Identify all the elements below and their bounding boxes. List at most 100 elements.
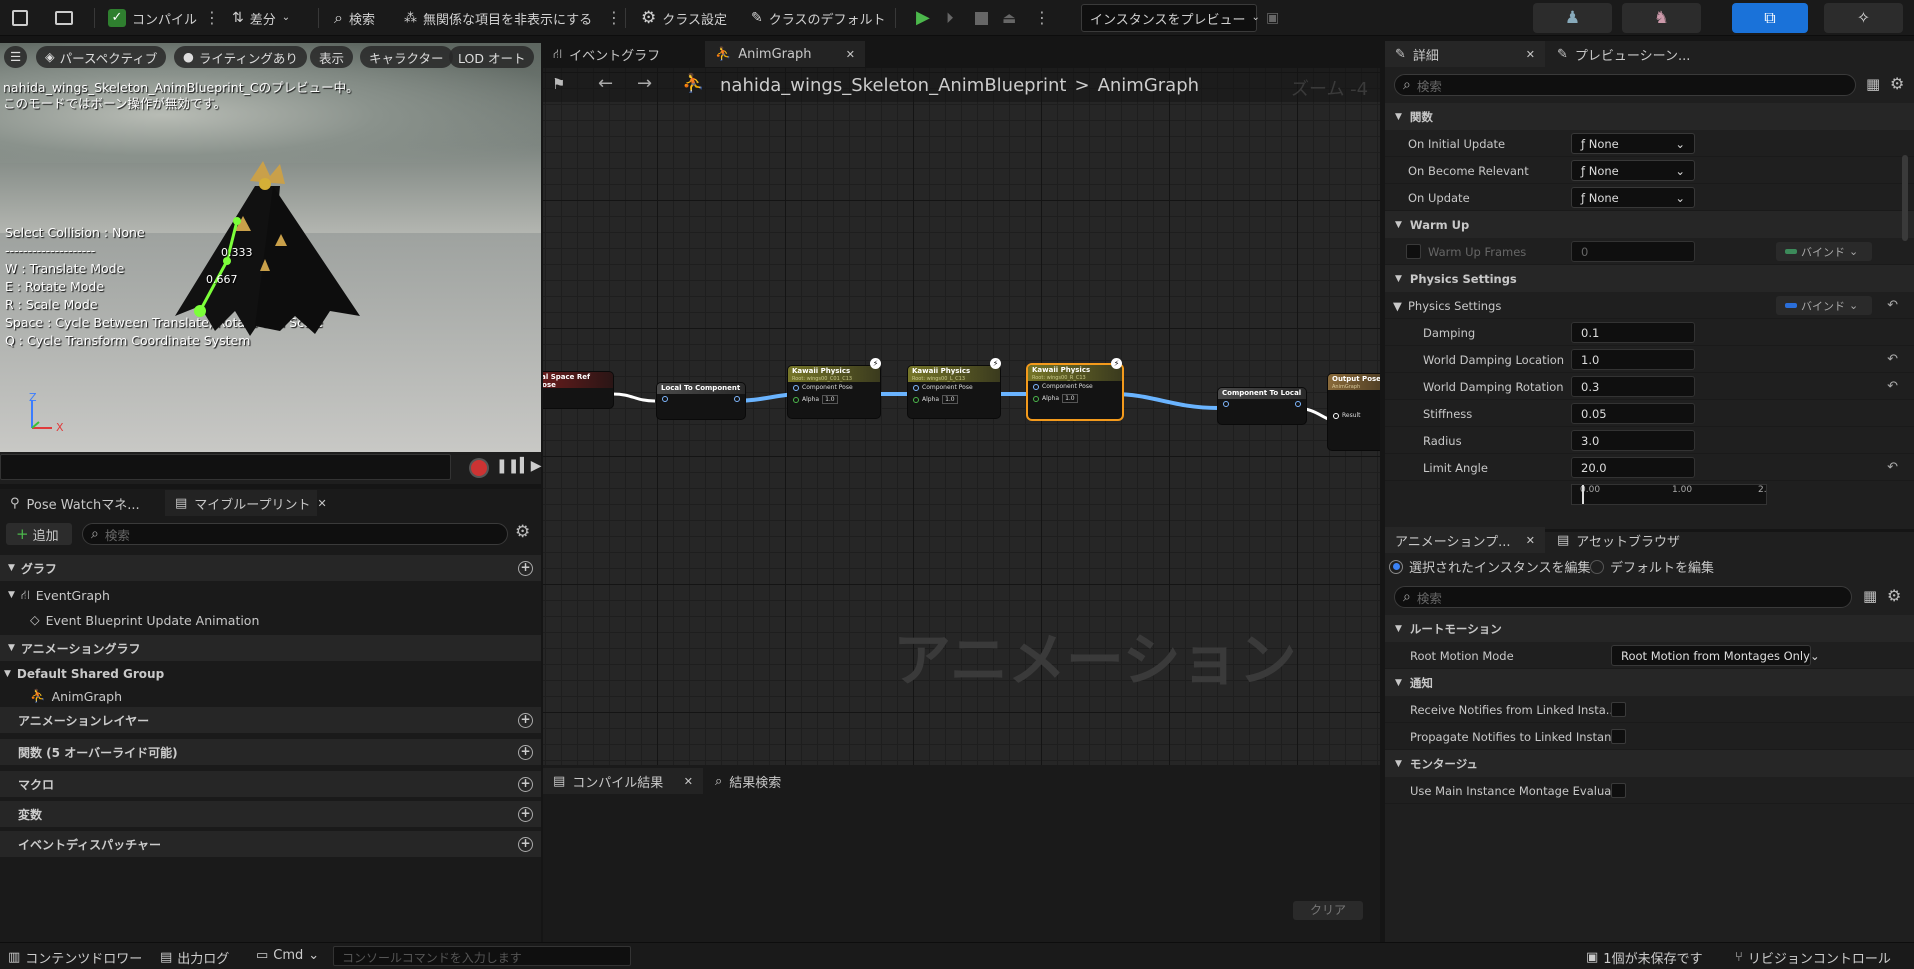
tab-compile-results[interactable]: ▤ コンパイル結果 ✕ [543, 768, 703, 794]
debug-filter-button[interactable]: ▣ [1266, 4, 1279, 32]
radio-defaults[interactable]: デフォルトを編集 [1590, 557, 1714, 576]
play-options-button[interactable]: ⋮ [1034, 6, 1050, 30]
step-forward-icon[interactable]: ▍▶ [520, 459, 542, 473]
reset-arrow-icon[interactable]: ↶ [1887, 298, 1898, 313]
output-pose-node[interactable]: Output Pose AnimGraph Result [1328, 374, 1380, 450]
details-search-input[interactable]: ⌕ 検索 [1394, 74, 1856, 96]
more-options-button[interactable]: ⋮ [606, 6, 622, 30]
world-damping-location-input[interactable]: 1.0 [1571, 349, 1695, 370]
table-view-icon[interactable]: ▦ [1866, 77, 1880, 92]
compile-options-button[interactable]: ⋮ [204, 6, 220, 30]
kawaii-physics-node-2[interactable]: Kawaii Physics Root: wings00_L_C13 Compo… [908, 366, 1000, 418]
alpha-pin[interactable] [913, 396, 919, 403]
curve-editor[interactable]: 0.00 1.00 2. [1571, 484, 1767, 505]
alpha-value[interactable]: 1.0 [822, 395, 838, 404]
tab-anim-graph[interactable]: ⛹ AnimGraph ✕ [705, 41, 865, 67]
alpha-pin[interactable] [1033, 395, 1039, 402]
close-icon[interactable]: ✕ [1526, 49, 1535, 60]
anim-graph-canvas[interactable]: ⚑ ← → ⛹ nahida_wings_Skeleton_AnimBluepr… [543, 68, 1380, 765]
details-scrollbar[interactable] [1902, 155, 1908, 241]
alpha-pin[interactable] [793, 396, 799, 403]
add-button[interactable]: + 追加 [6, 523, 72, 545]
viewport-menu-button[interactable]: ☰ [4, 46, 28, 68]
show-button[interactable]: 表示 [310, 46, 354, 68]
character-button[interactable]: キャラクター [360, 46, 453, 68]
play-button[interactable]: ▶ [916, 4, 930, 32]
unsaved-indicator[interactable]: ▣ 1個が未保存です [1586, 948, 1703, 967]
on-initial-update-dropdown[interactable]: ƒ None ⌄ [1571, 133, 1695, 154]
skeleton-mode-button[interactable]: ♟ [1533, 3, 1612, 33]
tab-preview-scene[interactable]: ✎ プレビューシーン... [1547, 41, 1697, 67]
pin-out[interactable] [734, 396, 740, 402]
browse-button[interactable] [55, 4, 73, 32]
diff-dropdown[interactable]: ⇅ 差分 ⌄ [232, 4, 290, 32]
world-damping-rotation-input[interactable]: 0.3 [1571, 376, 1695, 397]
radio-selected-instance[interactable]: 選択されたインスタンスを編集 [1389, 557, 1590, 576]
clear-button[interactable]: クリア [1293, 901, 1363, 920]
tab-pose-watch[interactable]: ⚲ Pose Watchマネ... [0, 490, 165, 516]
perspective-button[interactable]: ◈ パースペクティブ [36, 46, 167, 68]
class-settings-button[interactable]: ⚙ クラス設定 [641, 4, 727, 32]
timeline-scrubber[interactable] [0, 454, 451, 480]
dispatchers-category[interactable]: イベントディスパッチャー + [0, 831, 541, 857]
kawaii-physics-node-3[interactable]: Kawaii Physics Root: wings00_R_C13 Compo… [1028, 365, 1122, 419]
kawaii-physics-node-1[interactable]: Kawaii Physics Root: wings00_C01_C13 Com… [788, 366, 880, 418]
warm-up-section[interactable]: ▼ Warm Up [1385, 211, 1914, 238]
anim-graph-item[interactable]: ⛹ AnimGraph [0, 685, 541, 708]
blueprint-mode-button[interactable]: ⧉ [1732, 3, 1808, 33]
functions-category[interactable]: 関数 (5 オーバーライド可能) + [0, 739, 541, 765]
lod-button[interactable]: LOD オート [449, 46, 535, 68]
variables-category[interactable]: 変数 + [0, 801, 541, 827]
stop-button[interactable] [975, 4, 988, 32]
hide-unrelated-button[interactable]: ⁂ 無関係な項目を非表示にする [404, 4, 592, 32]
component-to-local-node[interactable]: Component To Local [1218, 388, 1306, 424]
revision-control-button[interactable]: ⑂ リビジョンコントロール [1735, 948, 1891, 967]
root-motion-mode-dropdown[interactable]: Root Motion from Montages Only ⌄ [1611, 645, 1820, 666]
add-function-icon[interactable]: + [518, 744, 533, 760]
pin-in[interactable] [793, 384, 799, 391]
anim-graph-category[interactable]: ▼ アニメーショングラフ [0, 635, 541, 661]
warm-up-frames-checkbox[interactable] [1406, 244, 1421, 259]
lit-button[interactable]: ● ライティングあり [174, 46, 307, 68]
save-button[interactable] [12, 4, 28, 32]
close-icon[interactable]: ✕ [1526, 535, 1535, 546]
step-button[interactable]: ⏵ [946, 4, 954, 32]
limit-angle-input[interactable]: 20.0 [1571, 457, 1695, 478]
use-main-montage-checkbox[interactable] [1611, 783, 1626, 798]
add-macro-icon[interactable]: + [518, 776, 533, 792]
radius-input[interactable]: 3.0 [1571, 430, 1695, 451]
event-update-item[interactable]: ◇ Event Blueprint Update Animation [0, 608, 541, 632]
pin-in[interactable] [1033, 383, 1039, 390]
damping-input[interactable]: 0.1 [1571, 322, 1695, 343]
search-button[interactable]: ⌕ 検索 [334, 4, 375, 32]
close-icon[interactable]: ✕ [318, 498, 327, 509]
settings-gear-icon[interactable]: ⚙ [515, 524, 530, 541]
add-dispatcher-icon[interactable]: + [518, 836, 533, 852]
on-update-dropdown[interactable]: ƒ None ⌄ [1571, 187, 1695, 208]
tab-my-blueprint[interactable]: ▤ マイブループリント ✕ [165, 490, 327, 516]
cmd-dropdown[interactable]: ▭ Cmd ⌄ [256, 948, 319, 963]
functions-section[interactable]: ▼ 関数 [1385, 103, 1914, 130]
physics-settings-section[interactable]: ▼ Physics Settings [1385, 265, 1914, 292]
physics-mode-button[interactable]: ✧ [1824, 3, 1903, 33]
mesh-mode-button[interactable]: ♞ [1622, 3, 1701, 33]
close-icon[interactable]: ✕ [684, 776, 693, 787]
root-motion-section[interactable]: ▼ ルートモーション [1385, 615, 1914, 642]
tab-find-results[interactable]: ⌕ 結果検索 [705, 768, 845, 794]
eject-button[interactable]: ⏏ [1002, 4, 1016, 32]
ref-pose-node[interactable]: cal Space Ref Pose [543, 372, 613, 408]
notify-section[interactable]: ▼ 通知 [1385, 669, 1914, 696]
reset-arrow-icon[interactable]: ↶ [1887, 460, 1898, 475]
receive-notifies-checkbox[interactable] [1611, 702, 1626, 717]
alpha-value[interactable]: 1.0 [1062, 394, 1078, 403]
record-icon[interactable] [471, 460, 487, 476]
gear-icon[interactable]: ⚙ [1890, 76, 1904, 92]
reset-arrow-icon[interactable]: ↶ [1887, 352, 1898, 367]
stiffness-input[interactable]: 0.05 [1571, 403, 1695, 424]
warm-up-bind-button[interactable]: バインド ⌄ [1776, 242, 1872, 261]
tab-event-graph[interactable]: ⛙ イベントグラフ [543, 41, 703, 67]
compile-button[interactable]: ✓ コンパイル [108, 4, 197, 32]
graph-category[interactable]: ▼ グラフ + [0, 555, 541, 581]
pin-in[interactable] [662, 396, 668, 402]
table-view-icon[interactable]: ▦ [1863, 589, 1877, 604]
